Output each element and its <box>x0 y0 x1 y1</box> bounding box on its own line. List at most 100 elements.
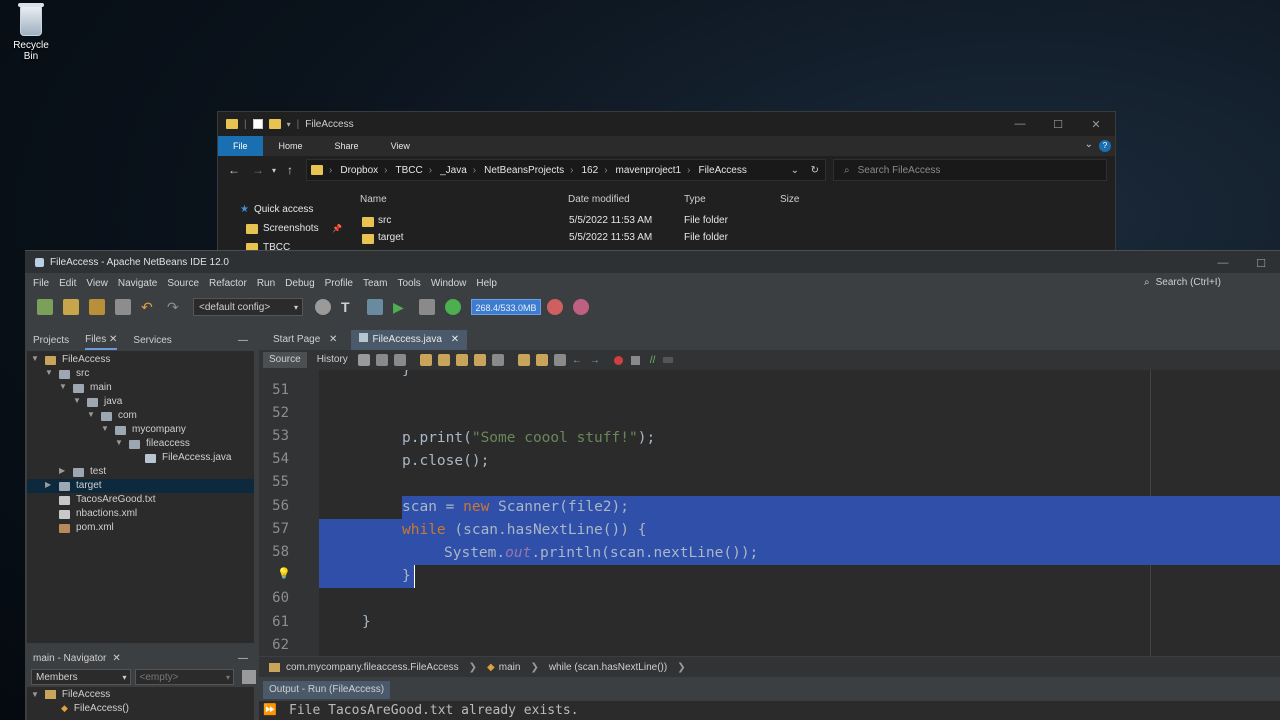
close-icon[interactable]: ✕ <box>451 334 459 345</box>
expand-icon[interactable]: ▼ <box>45 368 55 377</box>
address-bar[interactable]: › Dropbox › TBCC › _Java › NetBeansProjects… <box>306 159 826 181</box>
tree-node[interactable]: ▼ main <box>27 381 254 395</box>
up-arrow-icon[interactable]: ↑ <box>287 163 293 177</box>
navigator-item[interactable]: ◆ FileAccess() <box>27 701 254 715</box>
forward-icon[interactable] <box>393 354 406 366</box>
tab-projects[interactable]: Projects <box>33 335 69 346</box>
menu-file[interactable]: File <box>33 278 49 289</box>
history-tab[interactable]: History <box>311 352 354 368</box>
expand-icon[interactable]: ▼ <box>115 438 125 447</box>
breadcrumb-item[interactable]: FileAccess <box>698 165 746 176</box>
menu-window[interactable]: Window <box>431 278 467 289</box>
breadcrumb-item[interactable]: while (scan.hasNextLine()) <box>549 662 667 673</box>
forward-arrow-icon[interactable]: → <box>252 163 264 177</box>
tree-node[interactable]: pom.xml <box>27 521 254 535</box>
prev-bookmark-icon[interactable] <box>517 354 530 366</box>
minimize-button[interactable]: — <box>1204 251 1242 275</box>
column-size[interactable]: Size <box>780 194 799 205</box>
close-icon[interactable]: ✕ <box>109 334 117 345</box>
find-selection-icon[interactable] <box>419 354 432 366</box>
save-all-icon[interactable] <box>115 299 131 315</box>
breadcrumb-item[interactable]: NetBeansProjects <box>484 165 564 176</box>
menu-navigate[interactable]: Navigate <box>118 278 157 289</box>
minimize-panel-icon[interactable]: — <box>238 335 248 346</box>
collapse-icon[interactable]: ▶ <box>45 480 55 489</box>
expand-icon[interactable]: ▼ <box>31 354 41 363</box>
stop-macro-icon[interactable] <box>630 355 640 365</box>
tab-services[interactable]: Services <box>133 335 171 346</box>
address-dropdown-icon[interactable]: ⌄ <box>791 165 799 176</box>
breadcrumb-item[interactable]: 162 <box>582 165 599 176</box>
menu-refactor[interactable]: Refactor <box>209 278 247 289</box>
properties-icon[interactable] <box>252 119 263 129</box>
tree-node[interactable]: ▼ java <box>27 395 254 409</box>
refresh-icon[interactable]: ↻ <box>811 165 819 176</box>
close-icon[interactable]: ✕ <box>329 334 337 345</box>
tree-node[interactable]: ▶ test <box>27 465 254 479</box>
breadcrumb-item[interactable]: com.mycompany.fileaccess.FileAccess <box>286 662 459 673</box>
profile-ide-icon[interactable] <box>573 299 589 315</box>
tree-node[interactable]: ▼ fileaccess <box>27 437 254 451</box>
memory-indicator[interactable]: 268.4/533.0MB <box>471 299 541 315</box>
new-folder-icon[interactable] <box>268 119 281 129</box>
close-button[interactable]: ✕ <box>1077 112 1115 136</box>
expand-icon[interactable]: ▼ <box>31 690 39 699</box>
new-file-icon[interactable] <box>37 299 53 315</box>
chevron-down-icon[interactable]: ⌄ <box>1085 139 1093 150</box>
tree-node[interactable]: ▼ mycompany <box>27 423 254 437</box>
navigator-item[interactable]: ▼ FileAccess <box>27 687 254 701</box>
menu-source[interactable]: Source <box>167 278 199 289</box>
menu-help[interactable]: Help <box>476 278 497 289</box>
code-editor[interactable]: 50 51 52 53 54 55 56 57 58 59 💡 60 61 62… <box>259 370 1280 656</box>
clean-build-icon[interactable] <box>367 299 383 315</box>
expand-icon[interactable]: ▼ <box>59 382 69 391</box>
ribbon-tab-view[interactable]: View <box>375 136 426 156</box>
nav-item-quick-access[interactable]: ★ Quick access <box>218 200 344 219</box>
recent-locations-icon[interactable]: ▾ <box>272 166 276 175</box>
undo-icon[interactable]: ↶ <box>141 299 157 315</box>
lightbulb-hint-icon[interactable]: 💡 <box>277 567 291 580</box>
last-edit-icon[interactable] <box>357 354 370 366</box>
toggle-bookmark-icon[interactable] <box>553 354 566 366</box>
file-row[interactable]: target 5/5/2022 11:53 AM File folder <box>354 229 1115 246</box>
find-next-icon[interactable] <box>455 354 468 366</box>
tree-node[interactable]: TacosAreGood.txt <box>27 493 254 507</box>
rerun-icon[interactable]: ⏩ <box>263 703 277 716</box>
column-type[interactable]: Type <box>684 194 706 205</box>
ide-search-field[interactable]: ⌕ Search (Ctrl+I) <box>1144 277 1274 288</box>
debug-icon[interactable] <box>419 299 435 315</box>
ribbon-tab-share[interactable]: Share <box>319 136 375 156</box>
column-date-modified[interactable]: Date modified <box>568 194 630 205</box>
expand-icon[interactable]: ▼ <box>87 410 97 419</box>
column-name[interactable]: Name <box>360 194 387 205</box>
toggle-highlight-icon[interactable] <box>473 354 486 366</box>
tree-node[interactable]: ▶ target <box>27 479 254 493</box>
source-tab[interactable]: Source <box>263 352 307 368</box>
members-select[interactable]: Members ▾ <box>31 669 131 685</box>
uncomment-icon[interactable] <box>663 357 674 363</box>
search-box[interactable]: ⌕ Search FileAccess <box>833 159 1107 181</box>
build-hammer-icon[interactable]: T <box>341 299 357 315</box>
nav-item-screenshots[interactable]: Screenshots 📌 <box>218 219 344 238</box>
record-macro-icon[interactable] <box>613 355 623 365</box>
output-tab[interactable]: Output - Run (FileAccess) <box>263 681 391 699</box>
tab-files[interactable]: Files ✕ <box>85 330 118 350</box>
ribbon-tab-home[interactable]: Home <box>263 136 319 156</box>
editor-tab-start-page[interactable]: Start Page ✕ <box>265 330 345 350</box>
back-arrow-icon[interactable]: ← <box>228 163 240 177</box>
breadcrumb-item[interactable]: TBCC <box>396 165 423 176</box>
expand-icon[interactable]: ▼ <box>73 396 83 405</box>
toggle-rect-select-icon[interactable] <box>491 354 504 366</box>
output-console[interactable]: ⏩ File TacosAreGood.txt already exists. <box>259 701 1280 720</box>
tree-node[interactable]: ▼ src <box>27 367 254 381</box>
menu-tools[interactable]: Tools <box>397 278 420 289</box>
tree-node[interactable]: nbactions.xml <box>27 507 254 521</box>
next-bookmark-icon[interactable] <box>535 354 548 366</box>
menu-edit[interactable]: Edit <box>59 278 76 289</box>
file-row[interactable]: src 5/5/2022 11:53 AM File folder <box>354 212 1115 229</box>
minimize-button[interactable]: — <box>1001 112 1039 136</box>
collapse-icon[interactable]: ▶ <box>59 466 69 475</box>
maximize-button[interactable]: ☐ <box>1242 251 1280 275</box>
shift-left-icon[interactable]: ← <box>572 355 582 366</box>
navigator-filter[interactable]: <empty> ▾ <box>134 669 235 685</box>
